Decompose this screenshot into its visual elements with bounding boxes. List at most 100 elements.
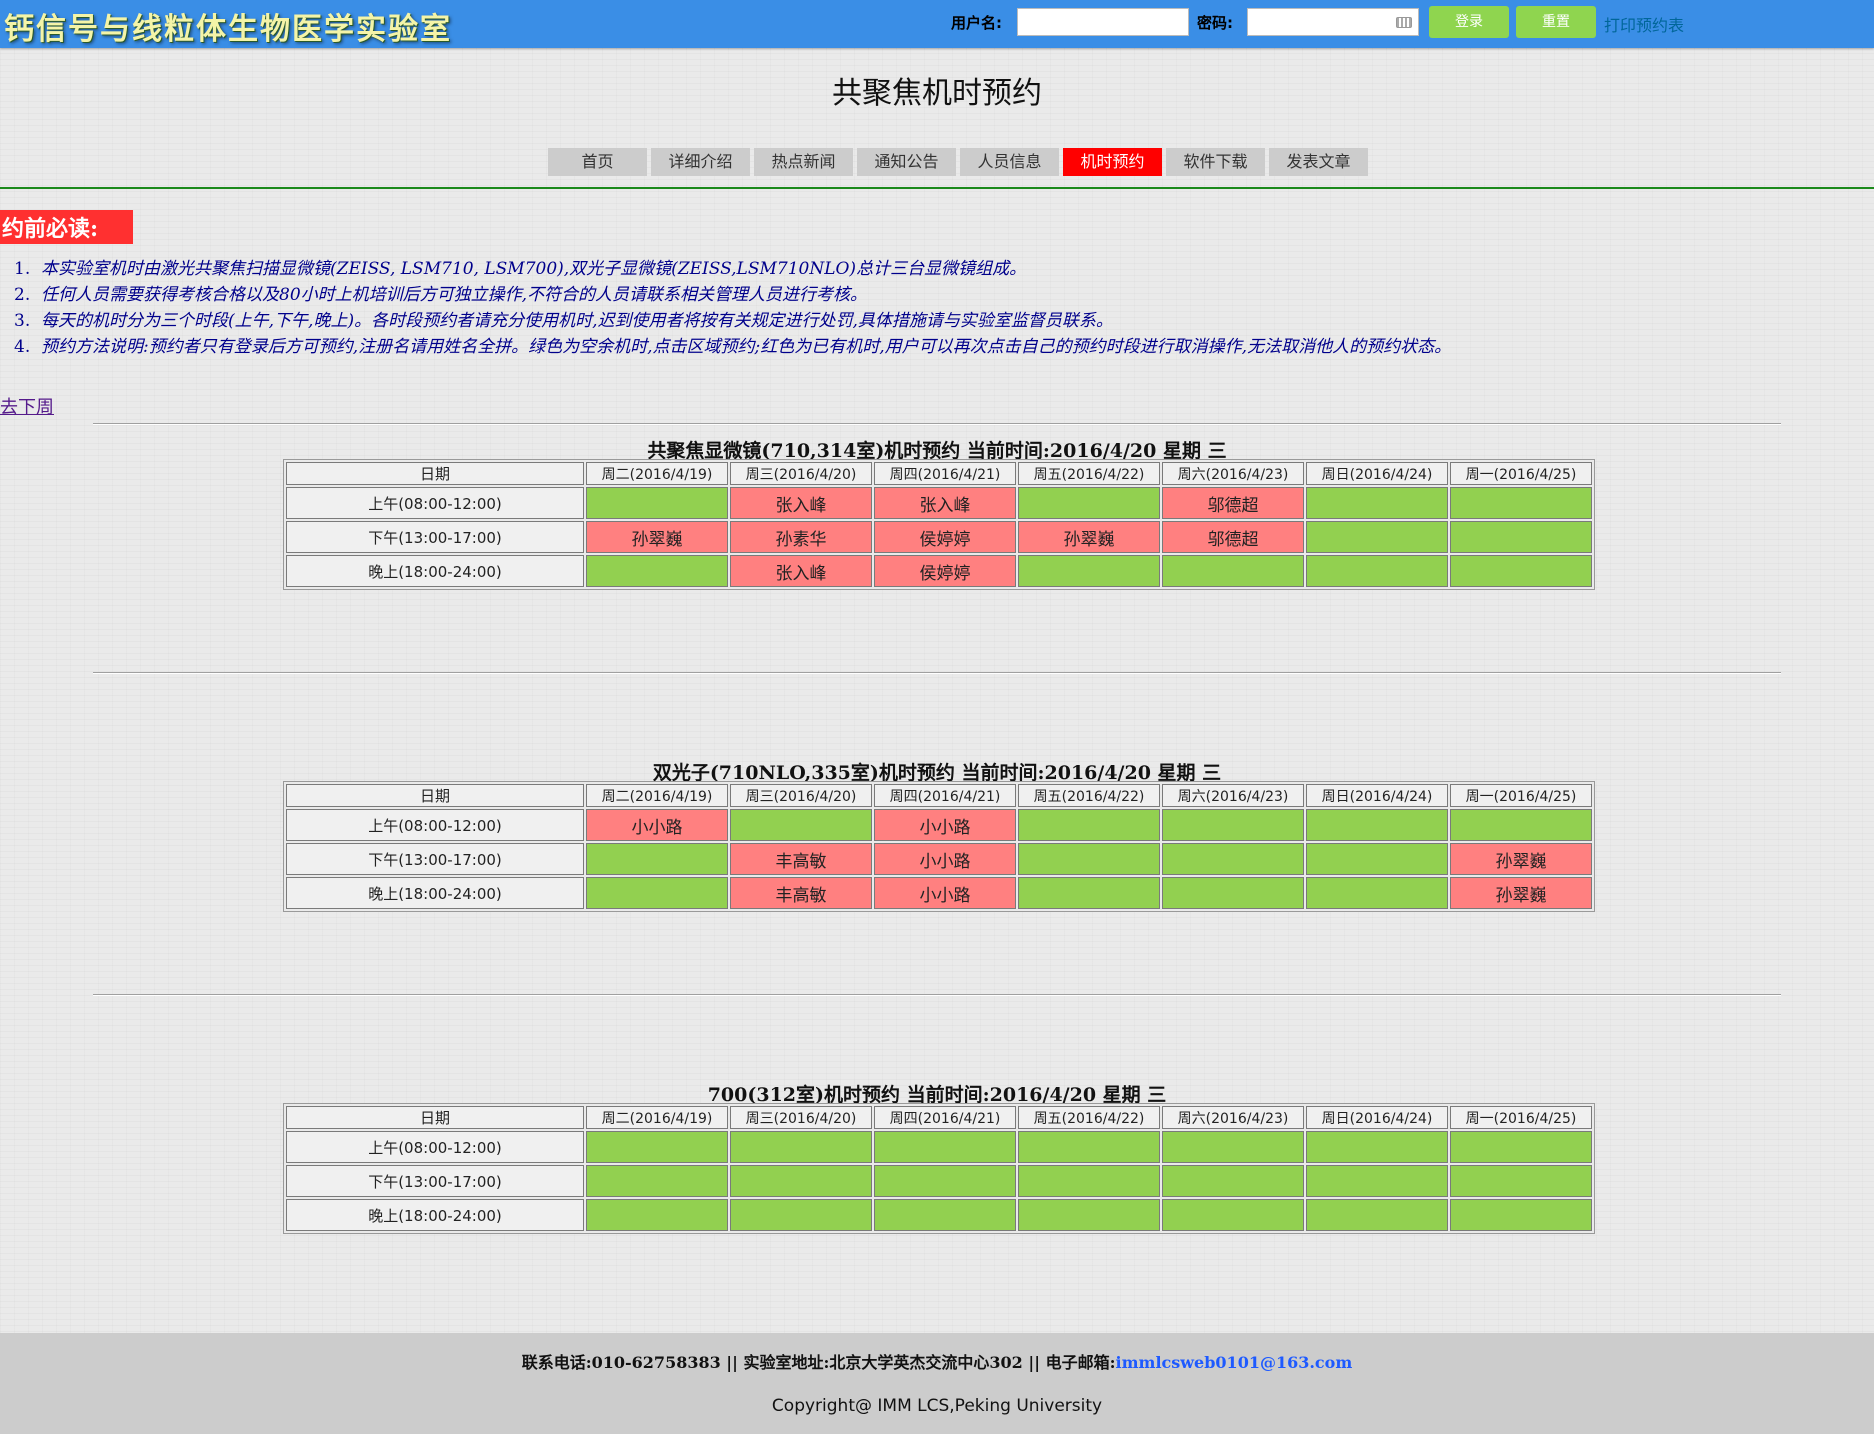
available-slot[interactable] — [1018, 877, 1160, 909]
available-slot[interactable] — [1162, 1131, 1304, 1163]
available-slot[interactable] — [874, 1165, 1016, 1197]
day-header: 周五(2016/4/22) — [1018, 784, 1160, 807]
section-divider — [93, 672, 1781, 674]
available-slot[interactable] — [1018, 1131, 1160, 1163]
available-slot[interactable] — [586, 877, 728, 909]
booked-slot[interactable]: 孙翠巍 — [1450, 843, 1592, 875]
booked-slot[interactable]: 邬德超 — [1162, 487, 1304, 519]
available-slot[interactable] — [1018, 809, 1160, 841]
booked-slot[interactable]: 丰高敏 — [730, 877, 872, 909]
booked-slot[interactable]: 张入峰 — [730, 555, 872, 587]
available-slot[interactable] — [1018, 843, 1160, 875]
available-slot[interactable] — [874, 1131, 1016, 1163]
available-slot[interactable] — [586, 1199, 728, 1231]
available-slot[interactable] — [1018, 555, 1160, 587]
available-slot[interactable] — [586, 1131, 728, 1163]
available-slot[interactable] — [874, 1199, 1016, 1231]
top-bar: 钙信号与线粒体生物医学实验室 用户名: 密码: 登录 重置 打印预约表 — [0, 0, 1874, 48]
available-slot[interactable] — [730, 809, 872, 841]
available-slot[interactable] — [1162, 809, 1304, 841]
available-slot[interactable] — [1162, 1199, 1304, 1231]
available-slot[interactable] — [1450, 1131, 1592, 1163]
password-input[interactable] — [1247, 8, 1419, 36]
time-slot-label: 上午(08:00-12:00) — [286, 809, 584, 841]
schedule-row: 上午(08:00-12:00) — [286, 1131, 1592, 1163]
available-slot[interactable] — [1162, 877, 1304, 909]
notice-item: 2. 任何人员需要获得考核合格以及80小时上机培训后方可独立操作,不符合的人员请联… — [14, 285, 868, 305]
day-header: 周四(2016/4/21) — [874, 462, 1016, 485]
booked-slot[interactable]: 小小路 — [874, 877, 1016, 909]
available-slot[interactable] — [730, 1199, 872, 1231]
available-slot[interactable] — [1018, 487, 1160, 519]
copyright: Copyright@ IMM LCS,Peking University — [771, 1396, 1103, 1416]
reset-button[interactable]: 重置 — [1516, 6, 1596, 38]
available-slot[interactable] — [1450, 555, 1592, 587]
nav-item[interactable]: 机时预约 — [1063, 148, 1162, 176]
schedule-row: 晚上(18:00-24:00) — [286, 1199, 1592, 1231]
day-header: 周二(2016/4/19) — [586, 784, 728, 807]
booked-slot[interactable]: 张入峰 — [874, 487, 1016, 519]
booked-slot[interactable]: 张入峰 — [730, 487, 872, 519]
keyboard-icon[interactable] — [1396, 17, 1412, 28]
available-slot[interactable] — [1450, 809, 1592, 841]
available-slot[interactable] — [1450, 1199, 1592, 1231]
available-slot[interactable] — [1450, 1165, 1592, 1197]
booked-slot[interactable]: 孙素华 — [730, 521, 872, 553]
available-slot[interactable] — [1450, 487, 1592, 519]
available-slot[interactable] — [1162, 843, 1304, 875]
divider — [0, 187, 1874, 189]
available-slot[interactable] — [586, 555, 728, 587]
available-slot[interactable] — [1306, 521, 1448, 553]
booked-slot[interactable]: 孙翠巍 — [1450, 877, 1592, 909]
available-slot[interactable] — [1162, 555, 1304, 587]
booked-slot[interactable]: 丰高敏 — [730, 843, 872, 875]
booked-slot[interactable]: 侯婷婷 — [874, 555, 1016, 587]
available-slot[interactable] — [1306, 1131, 1448, 1163]
available-slot[interactable] — [1306, 1165, 1448, 1197]
schedule-row: 上午(08:00-12:00) 张入峰 张入峰 邬德超 — [286, 487, 1592, 519]
nav-item[interactable]: 通知公告 — [857, 148, 956, 176]
booked-slot[interactable]: 邬德超 — [1162, 521, 1304, 553]
booked-slot[interactable]: 孙翠巍 — [586, 521, 728, 553]
nav-item[interactable]: 人员信息 — [960, 148, 1059, 176]
login-button[interactable]: 登录 — [1429, 6, 1509, 38]
available-slot[interactable] — [1162, 1165, 1304, 1197]
available-slot[interactable] — [730, 1165, 872, 1197]
available-slot[interactable] — [1306, 843, 1448, 875]
print-schedule-link[interactable]: 打印预约表 — [1604, 12, 1684, 36]
booked-slot[interactable]: 侯婷婷 — [874, 521, 1016, 553]
username-label: 用户名: — [951, 14, 1002, 32]
booked-slot[interactable]: 小小路 — [874, 843, 1016, 875]
nav-item[interactable]: 软件下载 — [1166, 148, 1265, 176]
next-week-link[interactable]: 去下周 — [0, 393, 54, 419]
time-slot-label: 下午(13:00-17:00) — [286, 1165, 584, 1197]
available-slot[interactable] — [586, 843, 728, 875]
nav-item[interactable]: 热点新闻 — [754, 148, 853, 176]
available-slot[interactable] — [586, 487, 728, 519]
email-link[interactable]: immlcsweb0101@163.com — [1116, 1353, 1353, 1372]
available-slot[interactable] — [1450, 521, 1592, 553]
nav-item[interactable]: 发表文章 — [1269, 148, 1368, 176]
nav-item[interactable]: 首页 — [548, 148, 647, 176]
password-label: 密码: — [1197, 14, 1233, 32]
username-input[interactable] — [1017, 8, 1189, 36]
available-slot[interactable] — [1306, 555, 1448, 587]
available-slot[interactable] — [1306, 809, 1448, 841]
available-slot[interactable] — [730, 1131, 872, 1163]
available-slot[interactable] — [586, 1165, 728, 1197]
booked-slot[interactable]: 孙翠巍 — [1018, 521, 1160, 553]
available-slot[interactable] — [1306, 877, 1448, 909]
booked-slot[interactable]: 小小路 — [586, 809, 728, 841]
section-divider — [93, 423, 1781, 425]
schedule-table-700: 日期 周二(2016/4/19) 周三(2016/4/20) 周四(2016/4/21… — [283, 1103, 1595, 1234]
nav-item[interactable]: 详细介绍 — [651, 148, 750, 176]
available-slot[interactable] — [1306, 1199, 1448, 1231]
available-slot[interactable] — [1306, 487, 1448, 519]
booked-slot[interactable]: 小小路 — [874, 809, 1016, 841]
day-header: 周三(2016/4/20) — [730, 1106, 872, 1129]
time-slot-label: 上午(08:00-12:00) — [286, 1131, 584, 1163]
available-slot[interactable] — [1018, 1165, 1160, 1197]
day-header: 周六(2016/4/23) — [1162, 462, 1304, 485]
available-slot[interactable] — [1018, 1199, 1160, 1231]
date-header: 日期 — [286, 462, 584, 485]
